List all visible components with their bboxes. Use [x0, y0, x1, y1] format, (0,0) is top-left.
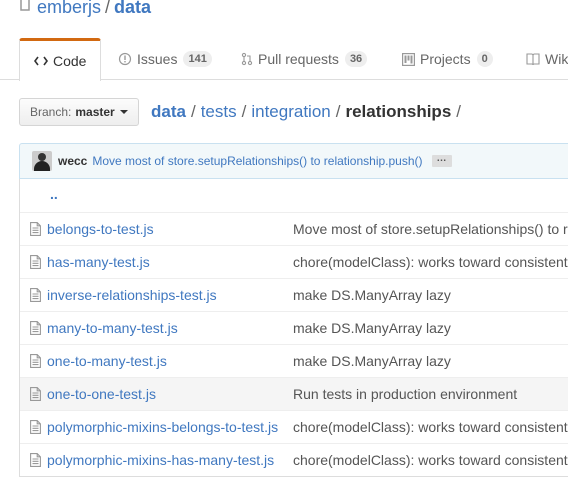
file-icon [30, 420, 41, 437]
file-commit-message-link[interactable]: make DS.ManyArray lazy [293, 345, 568, 377]
file-commit-message-link[interactable]: Run tests in production environment [293, 378, 568, 410]
breadcrumb-link-tests[interactable]: tests [201, 102, 237, 121]
file-icon [30, 255, 41, 272]
file-icon [30, 222, 41, 239]
file-commit-message-link[interactable]: make DS.ManyArray lazy [293, 279, 568, 311]
breadcrumb: data / tests / integration / relationships / [151, 101, 466, 123]
file-name-link[interactable]: one-to-one-test.js [47, 378, 282, 410]
table-row[interactable]: one-to-one-test.js Run tests in productio… [20, 377, 568, 410]
repo-title: emberjs / data [37, 0, 151, 18]
tab-issues[interactable]: Issues 141 [118, 38, 212, 80]
file-commit-message-link[interactable]: make DS.ManyArray lazy [293, 312, 568, 344]
commit-author[interactable]: wecc [58, 154, 87, 168]
repo-name-link[interactable]: data [114, 0, 151, 17]
project-icon [402, 52, 415, 66]
table-row[interactable]: inverse-relationships-test.js make DS.Man… [20, 278, 568, 311]
tab-issues-label: Issues [137, 51, 178, 67]
table-row[interactable]: has-many-test.js chore(modelClass): works… [20, 245, 568, 278]
repo-nav-tabs: Code Issues 141 Pull requests 36 Project… [0, 38, 568, 81]
branch-value: master [75, 105, 115, 119]
tab-code-label: Code [53, 53, 87, 69]
tab-pull-requests[interactable]: Pull requests 36 [241, 38, 368, 80]
breadcrumb-current: relationships [345, 102, 452, 121]
table-row[interactable]: many-to-many-test.js make DS.ManyArray la… [20, 311, 568, 344]
file-icon [30, 354, 41, 371]
branch-label: Branch: [30, 105, 72, 119]
breadcrumb-link-integration[interactable]: integration [251, 102, 330, 121]
issues-counter: 141 [183, 51, 212, 67]
projects-counter: 0 [476, 51, 493, 67]
breadcrumb-separator: / [456, 102, 462, 121]
tab-wiki[interactable]: Wiki [526, 38, 568, 80]
issue-opened-icon [118, 52, 132, 66]
file-name-link[interactable]: has-many-test.js [47, 246, 282, 278]
file-name-link[interactable]: polymorphic-mixins-has-many-test.js [47, 444, 282, 476]
tab-projects[interactable]: Projects 0 [402, 38, 493, 80]
table-row[interactable]: belongs-to-test.js Move most of store.set… [20, 212, 568, 245]
tab-code[interactable]: Code [19, 38, 102, 81]
repo-header: emberjs / data [0, 0, 568, 18]
parent-directory-link[interactable]: .. [50, 179, 58, 209]
file-icon [30, 453, 41, 470]
breadcrumb-root-link[interactable]: data [151, 102, 186, 121]
file-name-link[interactable]: many-to-many-test.js [47, 312, 282, 344]
repo-icon [20, 0, 30, 11]
file-commit-message-link[interactable]: Move most of store.setupRelationships() … [293, 213, 568, 245]
repo-title-separator: / [105, 0, 111, 17]
file-commit-message-link[interactable]: chore(modelClass): works toward consiste… [293, 411, 568, 443]
caret-down-icon [119, 110, 128, 114]
breadcrumb-separator: / [335, 102, 341, 121]
expand-commit-message-button[interactable]: … [431, 154, 452, 167]
code-icon [34, 56, 48, 66]
avatar[interactable] [32, 151, 52, 171]
file-commit-message-link[interactable]: chore(modelClass): works toward consiste… [293, 246, 568, 278]
file-list: .. belongs-to-test.js Move most of store.… [19, 179, 568, 477]
table-row[interactable]: one-to-many-test.js make DS.ManyArray laz… [20, 344, 568, 377]
git-pull-request-icon [241, 52, 253, 66]
tab-wiki-label: Wiki [545, 51, 568, 67]
file-name-link[interactable]: inverse-relationships-test.js [47, 279, 282, 311]
repo-owner-link[interactable]: emberjs [37, 0, 101, 17]
breadcrumb-separator: / [190, 102, 196, 121]
table-row[interactable]: polymorphic-mixins-has-many-test.js chore… [20, 443, 568, 476]
parent-directory-row[interactable]: .. [20, 179, 568, 212]
breadcrumb-separator: / [241, 102, 247, 121]
file-icon [30, 321, 41, 338]
branch-select-button[interactable]: Branch: master [19, 98, 139, 126]
pull-requests-counter: 36 [344, 51, 368, 67]
book-icon [526, 53, 540, 65]
commit-message-link[interactable]: Move most of store.setupRelationships() … [92, 154, 422, 168]
file-icon [30, 387, 41, 404]
file-name-link[interactable]: polymorphic-mixins-belongs-to-test.js [47, 411, 282, 443]
file-icon [30, 288, 41, 305]
table-row[interactable]: polymorphic-mixins-belongs-to-test.js cho… [20, 410, 568, 443]
file-name-link[interactable]: one-to-many-test.js [47, 345, 282, 377]
tab-pull-requests-label: Pull requests [258, 51, 339, 67]
tab-projects-label: Projects [420, 51, 471, 67]
file-name-link[interactable]: belongs-to-test.js [47, 213, 282, 245]
latest-commit-bar: wecc Move most of store.setupRelationshi… [19, 143, 568, 179]
file-commit-message-link[interactable]: chore(modelClass): works toward consiste… [293, 444, 568, 476]
